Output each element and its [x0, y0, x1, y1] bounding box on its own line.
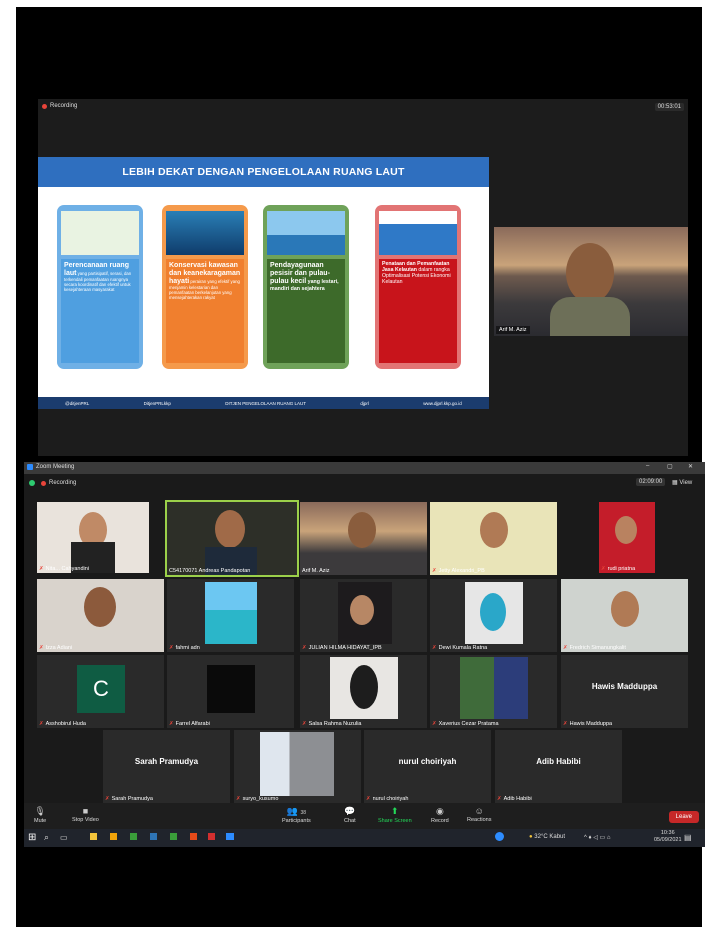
participant-tile[interactable]: Adib Habibi ✗ Adib Habibi [495, 730, 622, 803]
participant-tile[interactable]: ✗ Fredrich Simanungkalit [561, 579, 688, 652]
view-button[interactable]: ▦ View [672, 479, 692, 486]
coral-reef-image [166, 211, 244, 255]
file-explorer-icon[interactable] [90, 833, 97, 840]
participant-tile[interactable]: ✗ Salsa Rahma Nuzulia [300, 655, 427, 728]
zoom-taskbar-icon[interactable] [226, 833, 234, 840]
speaker-video: Arif M. Aziz [494, 227, 688, 336]
slide-card-penataan: Penataan dan Pemanfaatan Jasa Kelautan d… [375, 205, 461, 369]
share-screen-icon: ⬆ [391, 806, 399, 816]
video-camera-icon: ■ [82, 806, 89, 816]
oil-rig-illustration [379, 211, 457, 255]
footer-website: www.djprl.kkp.go.id [423, 400, 462, 406]
leave-button[interactable]: Leave [668, 811, 699, 823]
record-icon: ◉ [435, 806, 444, 816]
participant-tile[interactable]: ✗ Nita... Cahyandini [37, 502, 149, 573]
zoom-logo-icon [27, 464, 33, 470]
participant-tile[interactable]: ✗ Farrel Alfarabi [167, 655, 294, 728]
participant-tile[interactable]: ✗ Xaverius Cezar Pratama [430, 655, 557, 728]
meeting-timer: 02:09:00 [636, 478, 666, 486]
participant-tile[interactable]: Arif M. Aziz [300, 502, 427, 575]
zoom-title-bar: Zoom Meeting – ▢ ✕ [24, 462, 705, 474]
slide-card-perencanaan: Perencanaan ruang laut yang partisipatif… [57, 205, 143, 369]
twitter-handle: @ditjenPRL [65, 400, 90, 406]
close-icon[interactable]: ✕ [688, 463, 693, 470]
map-illustration [61, 211, 139, 255]
taskbar-app-icon[interactable] [170, 833, 177, 840]
microphone-icon: 🎙 [34, 806, 46, 816]
slide-card-konservasi: Konservasi kawasan dan keanekaragaman ha… [162, 205, 248, 369]
recording-dot-icon [41, 481, 46, 486]
taskbar-app-icon[interactable] [208, 833, 215, 840]
notification-icon[interactable]: ▤ [684, 833, 692, 842]
participant-tile-active-speaker[interactable]: C54170071 Andreas Pandapotan [165, 500, 299, 577]
participant-tile[interactable]: ✗ Dewi Kumala Ratna [430, 579, 557, 652]
shield-icon[interactable] [29, 480, 35, 486]
participant-tile[interactable]: ✗ fahmi adn [167, 579, 294, 652]
task-view-icon[interactable]: ▭ [60, 833, 68, 842]
share-screen-button[interactable]: ⬆ Share Screen [378, 806, 412, 824]
recording-dot-icon [42, 104, 47, 109]
facebook-handle: DitjenPRLkkp [143, 400, 171, 406]
island-image [267, 211, 345, 255]
participant-tile[interactable]: ✗ suryo_kusumo [234, 730, 361, 803]
reactions-icon: ☺ [474, 806, 484, 816]
speaker-shirt [550, 297, 630, 336]
windows-taskbar: ⊞ ⌕ ▭ ● 32°C Kabut ^ ♦ ◁ ▭ ⌂ 10:36 05/09/… [24, 829, 705, 847]
participant-tile[interactable]: ✗ rudi priatna [599, 502, 655, 573]
avatar: C [77, 665, 125, 713]
participant-tile[interactable]: Hawis Madduppa ✗ Hawis Madduppa [561, 655, 688, 728]
recording-timer: 00:53:01 [654, 103, 684, 111]
windows-start-icon[interactable]: ⊞ [28, 832, 36, 843]
participant-tile[interactable]: Sarah Pramudya ✗ Sarah Pramudya [103, 730, 230, 803]
slide-title: LEBIH DEKAT DENGAN PENGELOLAAN RUANG LAU… [38, 157, 489, 187]
search-icon[interactable]: ⌕ [44, 832, 49, 843]
speaker-face [566, 243, 614, 303]
system-tray-icons[interactable]: ^ ♦ ◁ ▭ ⌂ [584, 834, 610, 841]
help-icon[interactable] [495, 832, 504, 841]
footer-org: DITJEN PENGELOLAAN RUANG LAUT [225, 400, 307, 406]
participant-tile[interactable]: nurul choiriyah ✗ nurul choiriyah [364, 730, 491, 803]
window-title: Zoom Meeting [36, 464, 75, 470]
slide-card-pendayagunaan: Pendayagunaan pesisir dan pulau-pulau ke… [263, 205, 349, 369]
participants-button[interactable]: 👥 38 Participants [282, 806, 311, 824]
zoom-meeting-window: Zoom Meeting – ▢ ✕ Recording 02:09:00 ▦ … [24, 462, 705, 847]
taskbar-app-icon[interactable] [130, 833, 137, 840]
participant-tile[interactable]: ✗ Jetty Alexandri_PB [430, 502, 557, 575]
taskbar-app-icon[interactable] [150, 833, 157, 840]
stop-video-button[interactable]: ■ Stop Video [72, 806, 99, 823]
mute-button[interactable]: 🎙 Mute [34, 806, 46, 824]
shared-screen-top: Recording 00:53:01 LEBIH DEKAT DENGAN PE… [38, 99, 688, 456]
minimize-icon[interactable]: – [646, 463, 649, 469]
recording-label: Recording [49, 480, 77, 486]
taskbar-app-icon[interactable] [110, 833, 117, 840]
muted-mic-icon: ✗ [39, 566, 44, 572]
recording-label: Recording [50, 103, 78, 109]
participant-tile[interactable]: ✗ JULIAN HILMA HIDAYAT_IPB [300, 579, 427, 652]
presentation-slide: LEBIH DEKAT DENGAN PENGELOLAAN RUANG LAU… [38, 157, 489, 409]
clock[interactable]: 10:36 05/09/2021 [654, 830, 682, 843]
meeting-toolbar: 🎙 Mute ■ Stop Video 👥 38 Participants 💬 Chat… [24, 803, 705, 829]
maximize-icon[interactable]: ▢ [667, 463, 673, 470]
participant-tile[interactable]: C ✗ Asshobirul Huda [37, 655, 164, 728]
taskbar-app-icon[interactable] [190, 833, 197, 840]
reactions-button[interactable]: ☺ Reactions [467, 806, 491, 823]
chat-button[interactable]: 💬 Chat [344, 806, 356, 824]
participants-icon: 👥 38 [286, 806, 307, 816]
instagram-handle: djprl [360, 400, 369, 406]
record-button[interactable]: ◉ Record [431, 806, 449, 824]
slide-footer: @ditjenPRL DitjenPRLkkp DITJEN PENGELOLA… [38, 397, 489, 409]
speaker-name-tag: Arif M. Aziz [496, 326, 530, 334]
chat-icon: 💬 [344, 806, 356, 816]
weather-widget[interactable]: ● 32°C Kabut [529, 834, 565, 840]
participant-tile[interactable]: ✗ Izza Adiani [37, 579, 164, 652]
